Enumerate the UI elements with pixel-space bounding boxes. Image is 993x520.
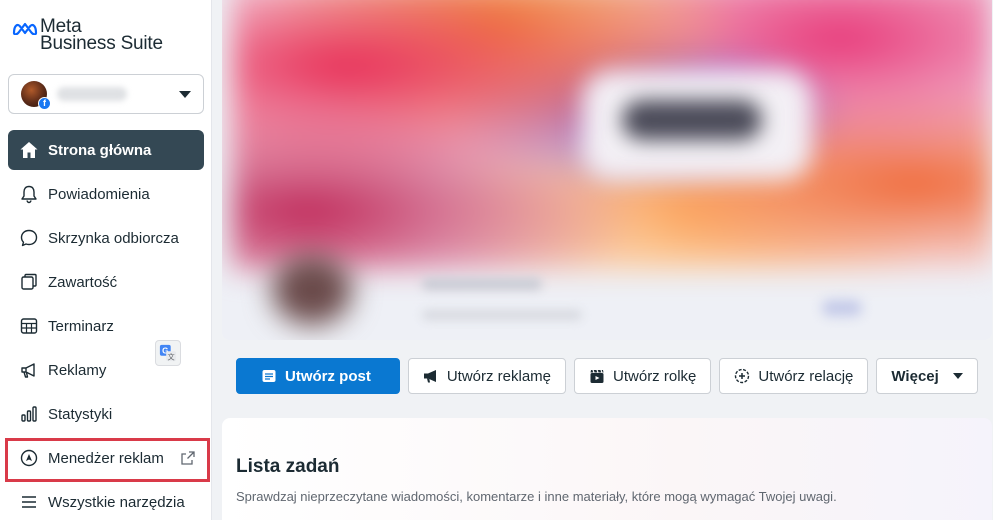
sidebar-item-label: Powiadomienia xyxy=(48,185,150,203)
page-name xyxy=(422,278,542,290)
content-icon xyxy=(18,271,40,293)
create-post-button[interactable]: Utwórz post xyxy=(236,358,400,394)
chevron-down-icon xyxy=(179,90,191,98)
menu-icon xyxy=(18,491,40,513)
bell-icon xyxy=(18,183,40,205)
sidebar-item-content[interactable]: Zawartość xyxy=(8,262,204,302)
account-selector[interactable]: f xyxy=(8,74,204,114)
sidebar-item-label: Terminarz xyxy=(48,317,114,335)
logo-text: Meta Business Suite xyxy=(40,17,163,54)
sidebar-item-label: Statystyki xyxy=(48,405,113,423)
google-translate-icon[interactable]: G文 xyxy=(155,340,181,366)
sidebar-item-ads-manager[interactable]: Menedżer reklam xyxy=(8,438,204,478)
create-reel-label: Utwórz rolkę xyxy=(613,367,697,385)
chevron-down-icon xyxy=(952,373,963,379)
cover-image-logo xyxy=(622,100,762,140)
meta-logo-icon xyxy=(12,22,38,35)
task-list-title: Lista zadań xyxy=(236,456,340,477)
sidebar-item-label: Zawartość xyxy=(48,273,118,291)
story-plus-icon xyxy=(735,368,750,384)
sidebar-nav: Strona główna Powiadomienia Skrzynka odb… xyxy=(8,130,204,520)
meta-business-suite-logo[interactable]: Meta Business Suite xyxy=(12,17,192,58)
sidebar-item-label: Skrzynka odbiorcza xyxy=(48,229,179,247)
calendar-grid-icon xyxy=(18,315,40,337)
sidebar-item-notifications[interactable]: Powiadomienia xyxy=(8,174,204,214)
sidebar-item-label: Strona główna xyxy=(48,141,152,159)
page-cover-card xyxy=(222,0,992,340)
sidebar-item-label: Wszystkie narzędzia xyxy=(48,493,185,511)
sidebar-item-home[interactable]: Strona główna xyxy=(8,130,204,170)
create-ad-button[interactable]: Utwórz reklamę xyxy=(407,358,567,394)
create-post-label: Utwórz post xyxy=(285,367,371,385)
quick-actions-bar: Utwórz post Utwórz reklamę Utwórz rolkę … xyxy=(236,358,978,394)
account-name xyxy=(57,87,127,101)
page-badge xyxy=(822,300,862,316)
external-link-icon xyxy=(181,451,195,465)
home-icon xyxy=(18,139,40,161)
sidebar-item-insights[interactable]: Statystyki xyxy=(8,394,204,434)
svg-text:文: 文 xyxy=(168,352,175,361)
chat-bubble-icon xyxy=(18,227,40,249)
bar-chart-icon xyxy=(18,403,40,425)
facebook-badge-icon: f xyxy=(38,97,51,110)
create-ad-label: Utwórz reklamę xyxy=(446,367,552,385)
sidebar-item-all-tools[interactable]: Wszystkie narzędzia xyxy=(8,482,204,520)
page-subtitle xyxy=(422,310,582,320)
main-content: Utwórz post Utwórz reklamę Utwórz rolkę … xyxy=(212,0,993,520)
task-list-description: Sprawdzaj nieprzeczytane wiadomości, kom… xyxy=(236,489,837,504)
avatar: f xyxy=(21,81,51,110)
create-story-label: Utwórz relację xyxy=(758,367,854,385)
sidebar-item-label: Reklamy xyxy=(48,361,107,379)
more-button[interactable]: Więcej xyxy=(876,358,978,394)
page-avatar xyxy=(272,255,352,325)
sidebar-item-inbox[interactable]: Skrzynka odbiorcza xyxy=(8,218,204,258)
megaphone-icon xyxy=(423,370,436,383)
logo-line2: Business Suite xyxy=(40,33,163,54)
sidebar-item-label: Menedżer reklam xyxy=(48,449,164,467)
megaphone-icon xyxy=(18,359,40,381)
post-icon xyxy=(262,370,276,382)
task-list-card: Lista zadań Sprawdzaj nieprzeczytane wia… xyxy=(222,418,992,520)
create-reel-button[interactable]: Utwórz rolkę xyxy=(574,358,712,394)
more-label: Więcej xyxy=(891,367,939,385)
sidebar: Meta Business Suite f Strona główna Powi… xyxy=(0,0,212,520)
clapperboard-icon xyxy=(590,369,604,383)
compass-icon xyxy=(18,447,40,469)
create-story-button[interactable]: Utwórz relację xyxy=(719,358,869,394)
